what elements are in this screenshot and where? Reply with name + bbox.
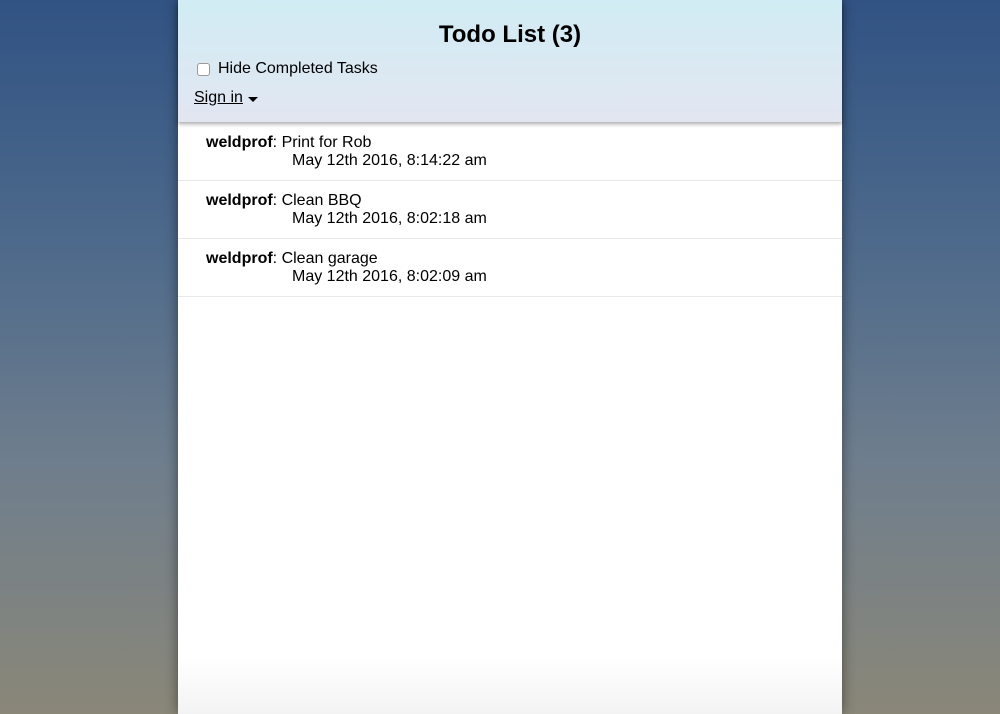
page-title: Todo List (3) [438,21,582,48]
app-header: Todo List (3) Hide Completed Tasks Sign … [178,0,842,122]
task-text: Print for Rob [281,134,372,151]
task-separator: : [272,134,282,151]
task-list: weldprof: Print for Rob May 12th 2016, 8… [178,122,842,297]
hide-completed-checkbox[interactable] [197,62,210,76]
hide-completed-label: Hide Completed Tasks [218,60,378,77]
task-line: weldprof: Clean garage [206,250,842,268]
list-item[interactable]: weldprof: Print for Rob May 12th 2016, 8… [178,122,842,181]
signin-dropdown[interactable]: Sign in [194,88,258,108]
task-separator: : [272,192,282,209]
caret-down-icon[interactable] [247,96,258,102]
task-username: weldprof [206,192,273,209]
list-item[interactable]: weldprof: Clean garage May 12th 2016, 8:… [178,239,842,297]
task-line: weldprof: Clean BBQ [206,192,842,210]
task-username: weldprof [206,134,273,151]
hide-completed-toggle[interactable]: Hide Completed Tasks [197,59,378,79]
todo-app-container: Todo List (3) Hide Completed Tasks Sign … [178,0,842,714]
task-line: weldprof: Print for Rob [206,134,842,152]
task-timestamp: May 12th 2016, 8:14:22 am [292,152,487,169]
task-separator: : [272,250,282,267]
signin-label[interactable]: Sign in [194,88,243,108]
task-text: Clean BBQ [281,192,362,209]
task-username: weldprof [206,250,273,267]
task-timestamp: May 12th 2016, 8:02:09 am [292,268,487,285]
list-item[interactable]: weldprof: Clean BBQ May 12th 2016, 8:02:… [178,181,842,239]
task-timestamp: May 12th 2016, 8:02:18 am [292,210,487,227]
task-text: Clean garage [281,250,378,267]
